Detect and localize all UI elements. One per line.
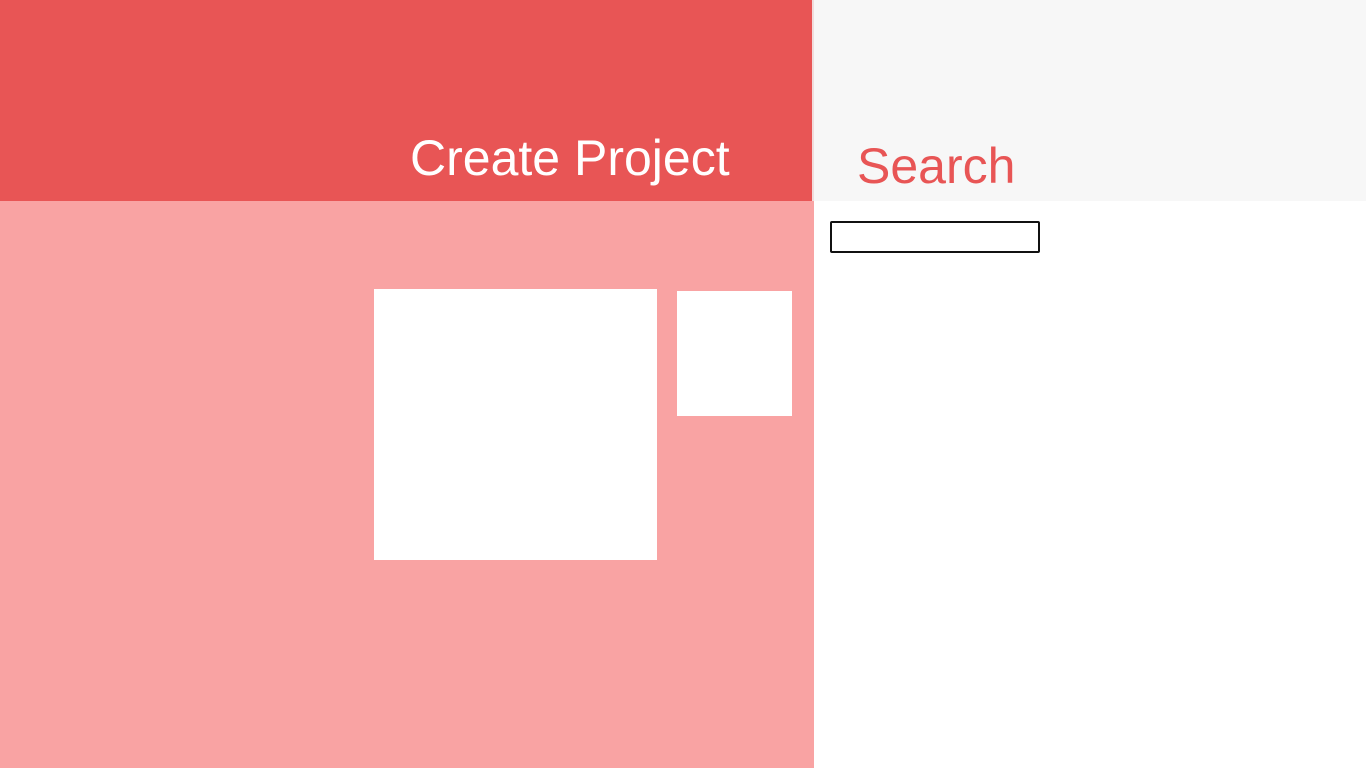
project-tile-small[interactable] — [677, 291, 792, 416]
search-title: Search — [857, 138, 1016, 194]
search-body — [814, 201, 1366, 768]
create-project-title: Create Project — [410, 130, 730, 186]
search-input[interactable] — [830, 221, 1040, 253]
project-tile-large[interactable] — [374, 289, 657, 560]
app-root: Create Project Search — [0, 0, 1366, 768]
